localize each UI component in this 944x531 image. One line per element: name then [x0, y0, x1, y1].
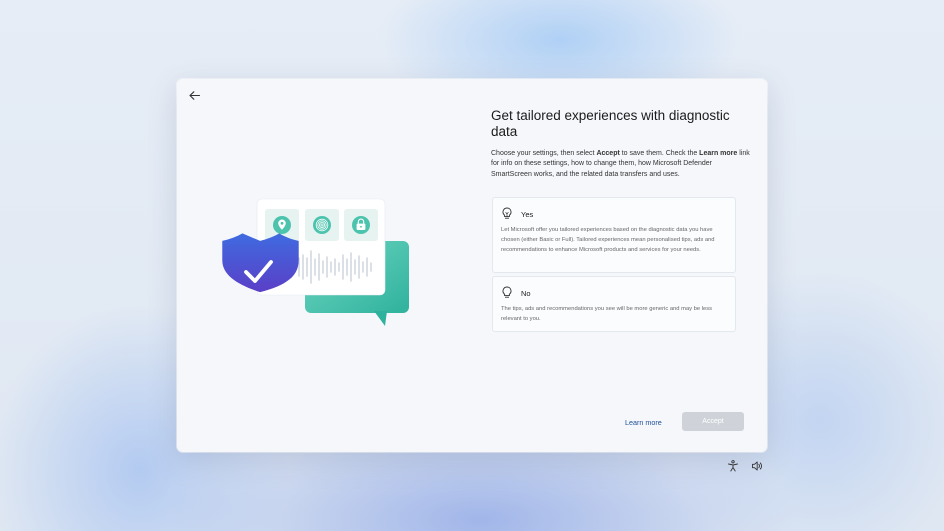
back-arrow-icon — [188, 90, 200, 100]
option-no[interactable]: No The tips, ads and recommendations you… — [492, 276, 736, 332]
page-description: Choose your settings, then select Accept… — [491, 149, 751, 180]
option-yes-label: Yes — [521, 210, 534, 219]
option-no-description: The tips, ads and recommendations you se… — [501, 306, 713, 322]
accessibility-icon[interactable] — [727, 460, 739, 472]
lock-icon — [352, 216, 370, 234]
fingerprint-icon — [313, 216, 331, 234]
privacy-illustration — [222, 198, 409, 326]
option-no-label: No — [521, 289, 531, 298]
description-learn-more-bold: Learn more — [699, 150, 738, 157]
option-yes[interactable]: Yes Let Microsoft offer you tailored exp… — [492, 197, 736, 273]
lightbulb-off-icon — [502, 286, 512, 298]
page-title: Get tailored experiences with diagnostic… — [491, 108, 730, 139]
oobe-dialog: Get tailored experiences with diagnostic… — [177, 79, 767, 452]
description-text: Choose your settings, then select — [491, 150, 597, 157]
description-text: to save them. Check the — [619, 150, 700, 157]
accept-button[interactable]: Accept — [682, 412, 744, 431]
option-yes-description: Let Microsoft offer you tailored experie… — [501, 227, 715, 253]
description-accept-bold: Accept — [596, 150, 620, 157]
back-button[interactable] — [183, 84, 205, 106]
location-pin-icon — [273, 216, 291, 234]
learn-more-link[interactable]: Learn more — [625, 418, 662, 427]
lightbulb-on-icon — [502, 207, 512, 219]
volume-icon[interactable] — [751, 460, 763, 472]
